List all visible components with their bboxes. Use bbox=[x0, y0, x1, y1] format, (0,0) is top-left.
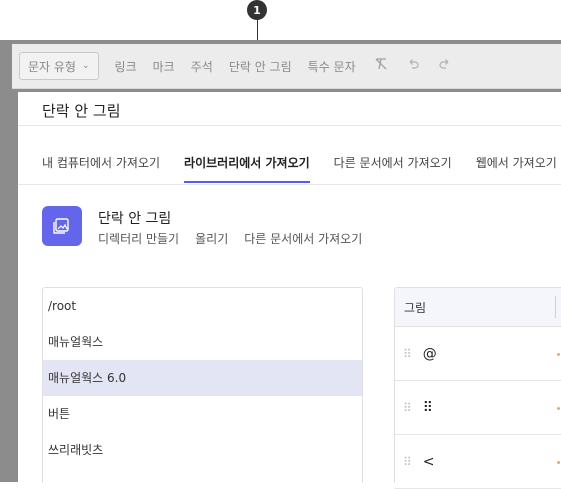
image-table: 그림 ⠿ @ ⠿ ⠿ ⠿ < bbox=[394, 287, 561, 489]
image-column-header: 그림 bbox=[404, 300, 427, 315]
drag-handle-icon[interactable]: ⠿ bbox=[403, 455, 412, 469]
toolbar-inline-image-button[interactable]: 단락 안 그림 bbox=[229, 58, 292, 75]
row-status-dot bbox=[557, 407, 560, 410]
clear-format-icon[interactable] bbox=[374, 57, 388, 75]
library-actions: 디렉터리 만들기 올리기 다른 문서에서 가져오기 bbox=[98, 230, 362, 247]
upload-link[interactable]: 올리기 bbox=[195, 230, 228, 247]
dialog-title: 단락 안 그림 bbox=[42, 102, 121, 120]
tree-item[interactable]: 매뉴얼웍스 bbox=[43, 324, 362, 360]
create-directory-link[interactable]: 디렉터리 만들기 bbox=[98, 230, 179, 247]
tab-from-web[interactable]: 웹에서 가져오기 bbox=[476, 154, 557, 184]
undo-icon[interactable] bbox=[406, 57, 420, 75]
row-status-dot bbox=[557, 353, 560, 356]
dialog-header-divider bbox=[18, 125, 561, 126]
tree-item[interactable]: /root bbox=[43, 288, 362, 324]
tab-from-other-document[interactable]: 다른 문서에서 가져오기 bbox=[334, 154, 452, 184]
column-resize-handle[interactable] bbox=[555, 296, 556, 318]
tree-item-selected[interactable]: 매뉴얼웍스 6.0 bbox=[43, 360, 362, 396]
import-from-other-document-link[interactable]: 다른 문서에서 가져오기 bbox=[244, 230, 362, 247]
tabs-divider bbox=[18, 184, 561, 185]
tree-item[interactable]: 버튼 bbox=[43, 396, 362, 432]
chevron-down-icon: ⌄ bbox=[81, 61, 90, 71]
char-type-select[interactable]: 문자 유형 ⌄ bbox=[19, 52, 99, 80]
at-sign-icon: @ bbox=[422, 345, 437, 362]
inline-image-dialog: 단락 안 그림 내 컴퓨터에서 가져오기 라이브러리에서 가져오기 다른 문서에… bbox=[18, 92, 561, 489]
image-icon bbox=[42, 206, 82, 246]
toolbar-mark-button[interactable]: 마크 bbox=[153, 58, 175, 75]
toolbar-link-button[interactable]: 링크 bbox=[115, 58, 137, 75]
step-callout-badge: 1 bbox=[247, 0, 267, 20]
editor-toolbar: 문자 유형 ⌄ 링크 마크 주석 단락 안 그림 특수 문자 bbox=[12, 44, 561, 89]
table-row[interactable]: ⠿ @ bbox=[395, 327, 561, 381]
tree-item[interactable]: 쓰리래빗츠 bbox=[43, 432, 362, 468]
tab-from-library[interactable]: 라이브러리에서 가져오기 bbox=[184, 154, 310, 184]
chevron-left-icon: < bbox=[422, 453, 435, 470]
table-row[interactable]: ⠿ ⠿ bbox=[395, 381, 561, 435]
grid-dots-icon: ⠿ bbox=[422, 399, 434, 416]
table-row[interactable]: ⠿ < bbox=[395, 435, 561, 489]
row-status-dot bbox=[557, 461, 560, 464]
char-type-select-label: 문자 유형 bbox=[28, 59, 76, 74]
toolbar-special-char-button[interactable]: 특수 문자 bbox=[308, 58, 356, 75]
drag-handle-icon[interactable]: ⠿ bbox=[403, 401, 412, 415]
directory-tree: /root 매뉴얼웍스 매뉴얼웍스 6.0 버튼 쓰리래빗츠 bbox=[42, 287, 363, 483]
tab-from-computer[interactable]: 내 컴퓨터에서 가져오기 bbox=[42, 154, 160, 184]
image-table-header: 그림 bbox=[395, 288, 561, 327]
library-title: 단락 안 그림 bbox=[98, 211, 172, 227]
toolbar-annotation-button[interactable]: 주석 bbox=[191, 58, 213, 75]
drag-handle-icon[interactable]: ⠿ bbox=[403, 347, 412, 361]
redo-icon[interactable] bbox=[438, 57, 452, 75]
source-tabs: 내 컴퓨터에서 가져오기 라이브러리에서 가져오기 다른 문서에서 가져오기 웹… bbox=[42, 154, 561, 184]
